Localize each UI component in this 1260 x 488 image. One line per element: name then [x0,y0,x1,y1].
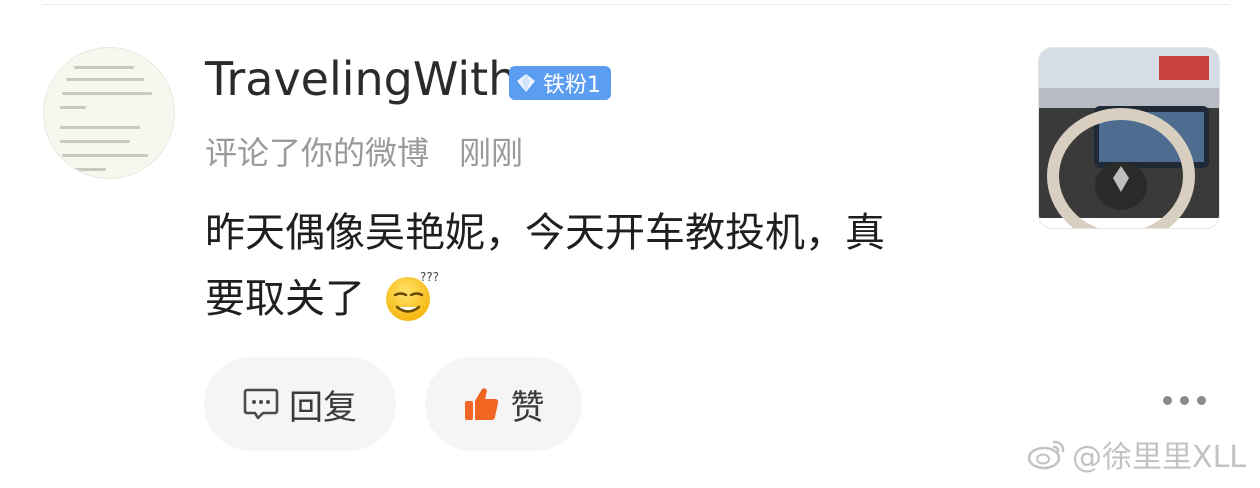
username[interactable]: TravelingWith [205,52,517,106]
post-thumbnail[interactable] [1038,47,1220,229]
reply-label: 回复 [289,387,357,428]
reply-button[interactable]: 回复 [204,357,396,451]
sleepy-face-emoji-icon: ??? [385,270,438,321]
comment-text-line-1: 昨天偶像吴艳妮，今天开车教投机，真 [205,210,885,256]
comment-text-line-2: 要取关了 ??? [205,266,975,332]
comment-icon [243,388,279,420]
like-label: 赞 [510,387,545,428]
comment-meta: 评论了你的微博 刚刚 [205,128,523,174]
more-dot-icon [1163,396,1172,405]
watermark-text: @徐里里XLL [1072,440,1246,475]
more-dot-icon [1197,396,1206,405]
car-interior-image [1039,48,1219,228]
top-divider [42,4,1230,5]
thumbs-up-icon [464,388,498,420]
action-text: 评论了你的微博 [205,134,430,172]
watermark: @徐里里XLL [1026,432,1246,476]
like-button[interactable]: 赞 [425,357,582,451]
more-dot-icon [1180,396,1189,405]
more-options-button[interactable] [1163,396,1206,405]
timestamp: 刚刚 [459,134,524,172]
diamond-icon [517,74,535,92]
fan-badge-label: 铁粉1 [543,73,601,98]
comment-text-line-2-text: 要取关了 [205,276,365,322]
avatar[interactable] [43,47,175,179]
fan-badge[interactable]: 铁粉1 [509,66,611,100]
weibo-logo-icon [1027,440,1065,470]
svg-text:???: ??? [420,270,438,284]
comment-content: 昨天偶像吴艳妮，今天开车教投机，真 要取关了 ??? [205,200,975,332]
